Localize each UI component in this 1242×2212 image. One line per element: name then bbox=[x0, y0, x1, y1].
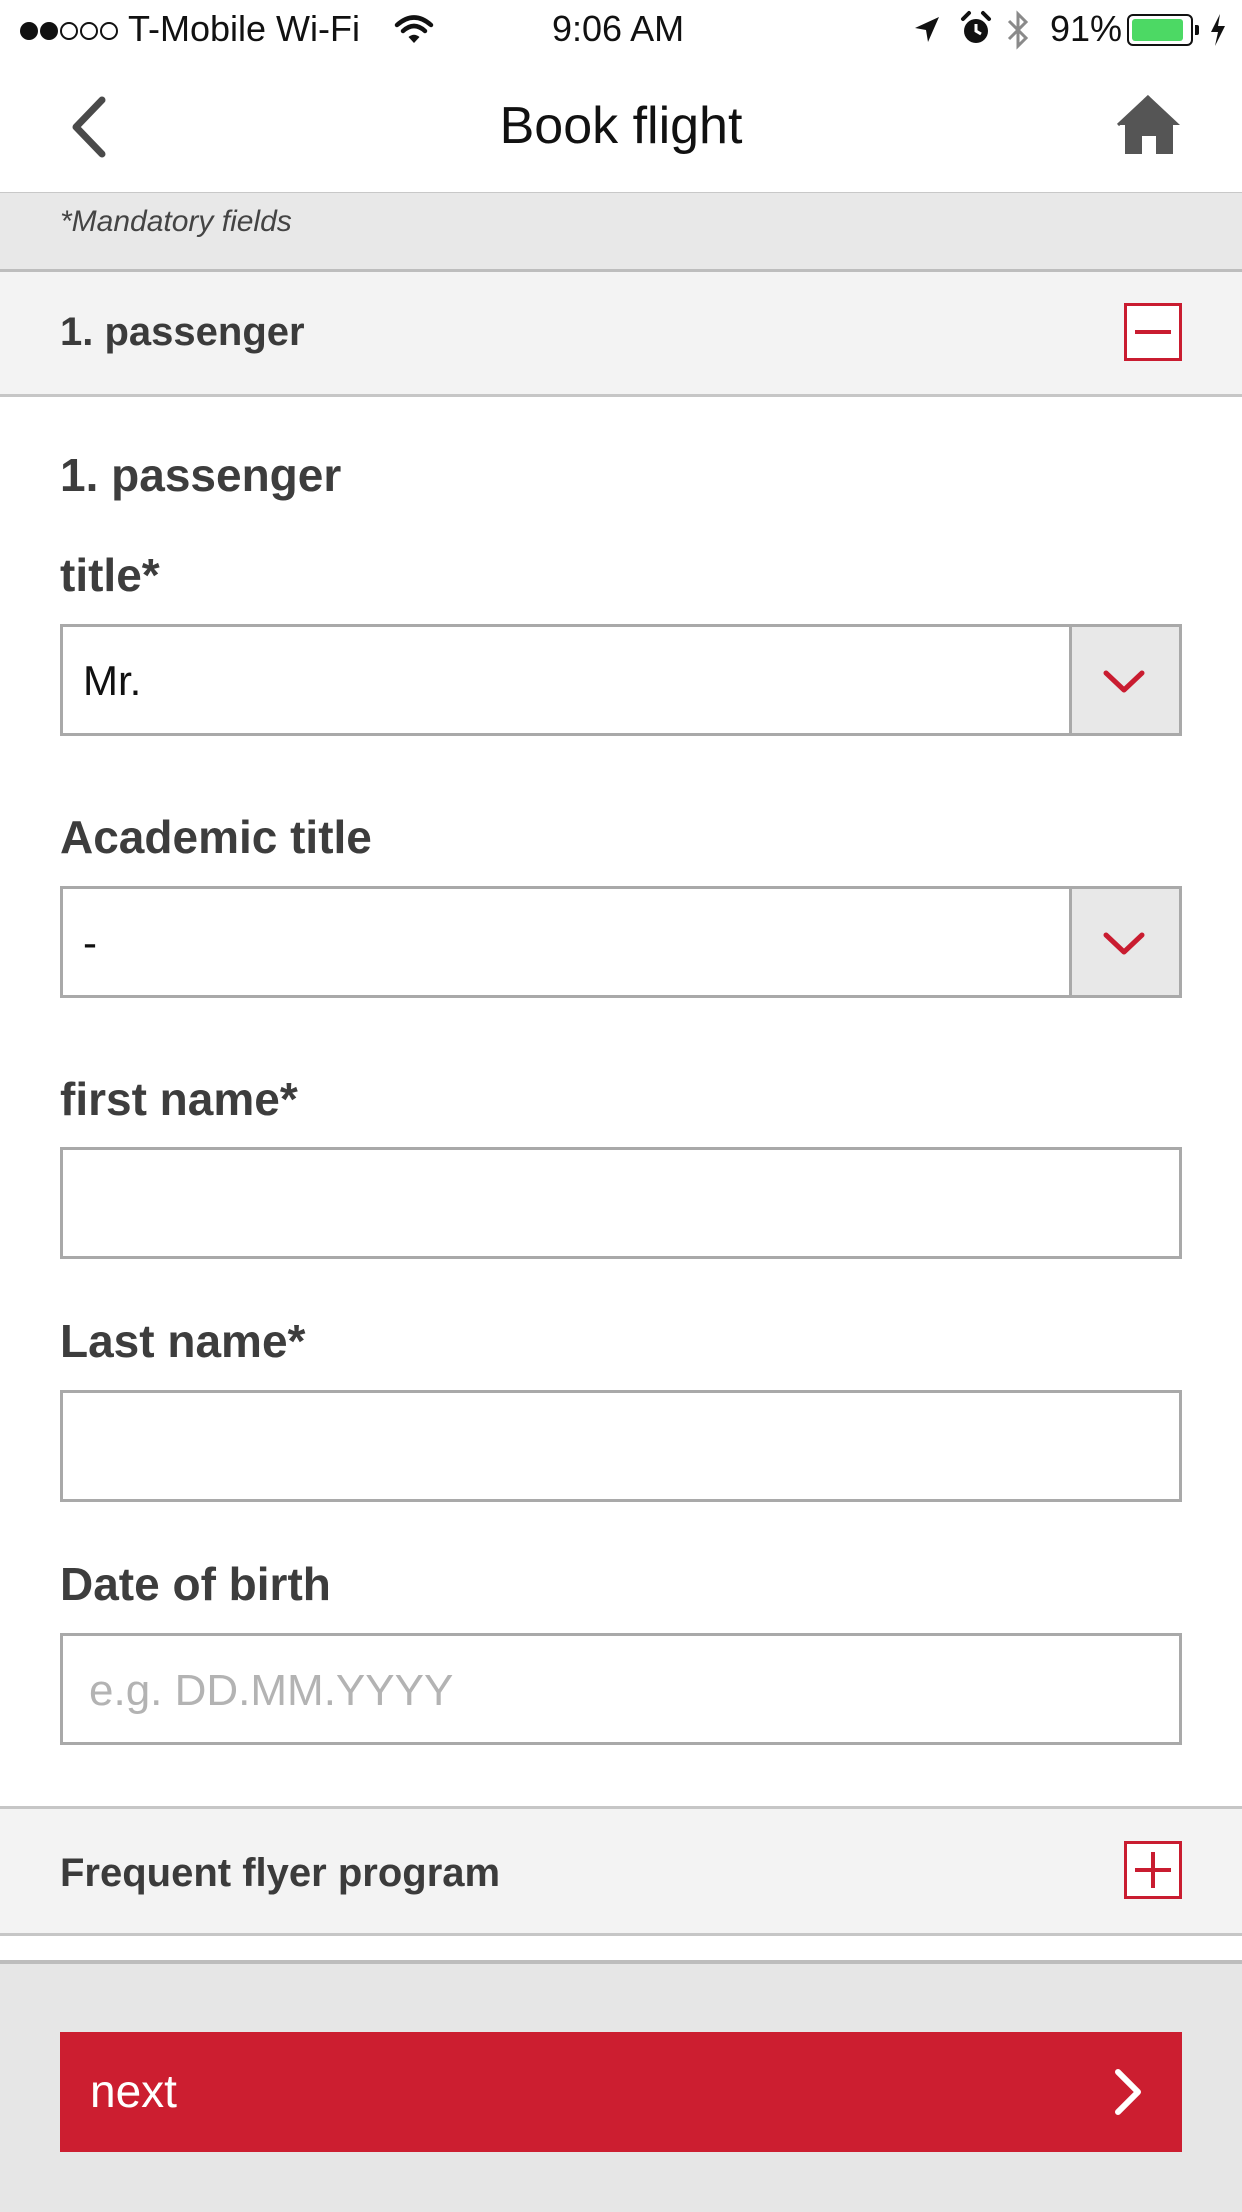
clock: 9:06 AM bbox=[552, 8, 685, 49]
battery-percent: 91% bbox=[1050, 8, 1123, 49]
academic-title-select[interactable]: - bbox=[60, 886, 1182, 998]
academic-title-dropdown-toggle[interactable] bbox=[1069, 889, 1179, 995]
page-title: Book flight bbox=[499, 97, 743, 155]
first-name-field[interactable] bbox=[60, 1147, 1182, 1259]
next-button-label: next bbox=[90, 2065, 177, 2117]
charging-icon bbox=[1211, 14, 1225, 46]
navigation-bar: Book flight bbox=[0, 62, 1242, 194]
academic-title-label: Academic title bbox=[60, 811, 372, 863]
home-icon[interactable] bbox=[1116, 92, 1182, 158]
chevron-down-icon bbox=[1103, 670, 1145, 693]
status-bar: T-Mobile Wi-Fi 9:06 AM 91% bbox=[0, 0, 1242, 62]
passenger-accordion-header[interactable]: 1. passenger bbox=[0, 272, 1242, 397]
date-of-birth-label: Date of birth bbox=[60, 1558, 331, 1610]
next-button[interactable]: next bbox=[60, 2032, 1182, 2152]
expand-button[interactable] bbox=[1124, 1841, 1182, 1899]
chevron-right-icon bbox=[1115, 2069, 1141, 2115]
carrier-label: T-Mobile Wi-Fi bbox=[128, 8, 360, 49]
mandatory-note-strip: *Mandatory fields bbox=[0, 193, 1242, 272]
chevron-down-icon bbox=[1103, 932, 1145, 955]
collapse-button[interactable] bbox=[1124, 303, 1182, 361]
first-name-label: first name* bbox=[60, 1073, 298, 1125]
accordion-title: 1. passenger bbox=[60, 310, 305, 354]
last-name-field[interactable] bbox=[60, 1390, 1182, 1502]
footer-bar: next bbox=[0, 1960, 1242, 2212]
section-title: 1. passenger bbox=[60, 449, 342, 501]
plus-icon bbox=[1135, 1852, 1171, 1888]
wifi-icon bbox=[394, 15, 434, 43]
bluetooth-icon bbox=[1007, 10, 1029, 50]
mandatory-note: *Mandatory fields bbox=[60, 205, 292, 238]
academic-title-value: - bbox=[83, 919, 97, 966]
frequent-flyer-title: Frequent flyer program bbox=[60, 1851, 501, 1895]
title-label: title* bbox=[60, 549, 160, 601]
location-arrow-icon bbox=[915, 17, 939, 42]
title-select-value: Mr. bbox=[83, 657, 142, 704]
title-dropdown-toggle[interactable] bbox=[1069, 627, 1179, 733]
last-name-label: Last name* bbox=[60, 1315, 306, 1367]
minus-icon bbox=[1135, 330, 1171, 334]
alarm-icon bbox=[961, 11, 991, 43]
date-of-birth-placeholder: e.g. DD.MM.YYYY bbox=[89, 1666, 454, 1715]
frequent-flyer-accordion-header[interactable]: Frequent flyer program bbox=[0, 1806, 1242, 1936]
title-select[interactable]: Mr. bbox=[60, 624, 1182, 736]
date-of-birth-field[interactable]: e.g. DD.MM.YYYY bbox=[60, 1633, 1182, 1745]
battery-icon bbox=[1127, 14, 1199, 46]
